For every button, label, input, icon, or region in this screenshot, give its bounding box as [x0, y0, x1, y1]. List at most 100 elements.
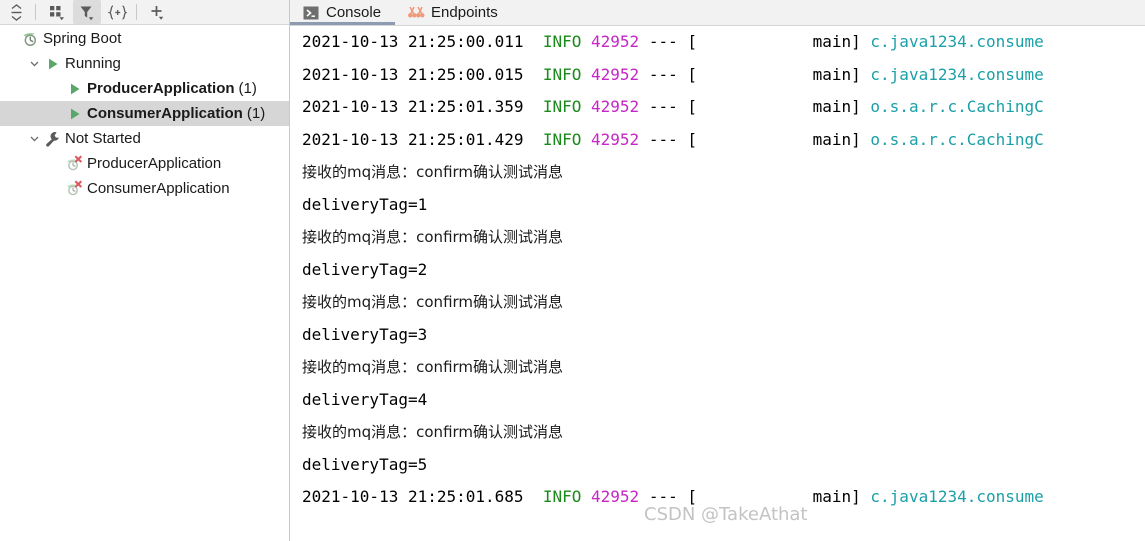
log-spacer: [697, 97, 813, 116]
console-message-text: 接收的mq消息：confirm确认测试消息: [302, 293, 564, 311]
log-pid: 42952: [591, 97, 640, 116]
log-spacer: [581, 130, 591, 149]
run-green-icon: [65, 80, 84, 98]
tree-row[interactable]: Spring Boot: [0, 26, 289, 51]
console-plain-line: deliveryTag=3: [290, 319, 1145, 352]
toolbar-separator-2: [136, 4, 137, 20]
tree-row-label: Running: [65, 55, 121, 72]
log-separator: ---: [648, 487, 678, 506]
group-by-icon[interactable]: [43, 0, 71, 24]
log-thread: main]: [812, 32, 861, 51]
log-pid: 42952: [591, 64, 640, 84]
log-line: 2021-10-13 21:25:01.359 INFO 42952 --- […: [290, 91, 1145, 124]
console-message-text: 接收的mq消息：confirm确认测试消息: [302, 423, 564, 441]
console-message-text: 接收的mq消息：confirm确认测试消息: [302, 358, 564, 376]
tree-row-label: ConsumerApplication: [87, 105, 243, 122]
console-message-line: 接收的mq消息：confirm确认测试消息: [290, 351, 1145, 384]
log-spacer: [524, 130, 543, 149]
console-plain-text: deliveryTag=4: [302, 389, 428, 409]
log-spacer: [524, 97, 543, 116]
log-logger: c.java1234.consume: [870, 487, 1044, 506]
log-spacer: [581, 97, 591, 116]
tree-row[interactable]: ProducerApplication: [0, 151, 289, 176]
log-level: INFO: [542, 64, 582, 84]
log-bracket: [: [687, 64, 697, 84]
tab-endpoints[interactable]: Endpoints: [395, 0, 512, 25]
tree-row-count: (1): [238, 80, 257, 97]
console-message-text: 接收的mq消息：confirm确认测试消息: [302, 228, 564, 246]
add-icon[interactable]: [144, 0, 172, 24]
tree-row[interactable]: ConsumerApplication (1): [0, 101, 289, 126]
log-pid: 42952: [591, 487, 640, 506]
log-spacer: [697, 487, 813, 506]
log-bracket: [: [687, 129, 697, 149]
log-level: INFO: [542, 97, 582, 116]
console-plain-line: deliveryTag=1: [290, 189, 1145, 222]
chevron-down-icon[interactable]: [26, 133, 43, 144]
log-separator: ---: [648, 97, 678, 116]
console-message-line: 接收的mq消息：confirm确认测试消息: [290, 286, 1145, 319]
log-timestamp: 2021-10-13 21:25:00.011: [302, 32, 524, 51]
log-spacer: [861, 487, 871, 506]
log-spacer: [639, 32, 649, 51]
log-logger: c.java1234.consume: [870, 32, 1044, 51]
run-configurations-tree[interactable]: Spring Boot Running ProducerApplication (1)…: [0, 26, 289, 541]
chevron-down-icon[interactable]: [26, 58, 43, 69]
tree-row[interactable]: ConsumerApplication: [0, 176, 289, 201]
tab-console-label: Console: [326, 4, 382, 21]
tree-row-count: (1): [246, 105, 266, 122]
tree-row-label: ConsumerApplication: [87, 180, 230, 197]
log-timestamp: 2021-10-13 21:25:00.015: [302, 64, 524, 84]
manage-targets-icon[interactable]: [103, 0, 131, 24]
log-spacer: [861, 32, 871, 51]
log-thread: main]: [812, 487, 861, 506]
log-logger: c.java1234.consume: [870, 64, 1044, 84]
log-spacer: [639, 97, 649, 116]
log-separator: ---: [648, 129, 678, 149]
log-pid: 42952: [591, 129, 640, 149]
console-output[interactable]: 2021-10-13 21:25:00.011 INFO 42952 --- […: [290, 26, 1145, 541]
tree-row[interactable]: Running: [0, 51, 289, 76]
log-timestamp: 2021-10-13 21:25:01.359: [302, 97, 524, 116]
spring-boot-error-icon: [65, 180, 84, 198]
log-spacer: [639, 65, 649, 84]
console-message-line: 接收的mq消息：confirm确认测试消息: [290, 221, 1145, 254]
log-bracket: [: [687, 487, 697, 506]
expand-collapse-icon[interactable]: [2, 0, 30, 24]
log-logger: o.s.a.r.c.CachingC: [870, 97, 1044, 116]
log-spacer: [581, 487, 591, 506]
log-spacer: [678, 65, 688, 84]
console-plain-line: deliveryTag=4: [290, 384, 1145, 417]
log-logger: o.s.a.r.c.CachingC: [870, 129, 1044, 149]
log-line: 2021-10-13 21:25:00.015 INFO 42952 --- […: [290, 59, 1145, 92]
tree-row-label: ProducerApplication: [87, 155, 222, 172]
log-pid: 42952: [591, 32, 640, 51]
tab-endpoints-label: Endpoints: [431, 4, 498, 21]
console-plain-text: deliveryTag=3: [302, 324, 428, 344]
log-level: INFO: [542, 487, 582, 506]
log-spacer: [524, 487, 543, 506]
log-spacer: [524, 65, 543, 84]
log-spacer: [697, 65, 813, 84]
tab-bar: Console Endpoints: [290, 0, 1145, 25]
log-spacer: [639, 130, 649, 149]
log-level: INFO: [542, 129, 582, 149]
spring-boot-error-icon: [65, 155, 84, 173]
filter-icon[interactable]: [73, 0, 101, 24]
log-spacer: [678, 32, 688, 51]
wrench-icon: [43, 130, 62, 148]
tab-console[interactable]: Console: [290, 0, 396, 25]
console-pane: Console Endpoints 2021-10-13 21:25:00.01…: [290, 0, 1145, 541]
tree-row[interactable]: Not Started: [0, 126, 289, 151]
log-spacer: [678, 97, 688, 116]
log-thread: main]: [812, 129, 861, 149]
endpoints-icon: [407, 5, 425, 21]
log-spacer: [524, 32, 543, 51]
console-message-line: 接收的mq消息：confirm确认测试消息: [290, 156, 1145, 189]
run-dashboard-tree-pane: Spring Boot Running ProducerApplication (1)…: [0, 0, 290, 541]
log-thread: main]: [812, 64, 861, 84]
log-timestamp: 2021-10-13 21:25:01.429: [302, 129, 524, 149]
tree-row[interactable]: ProducerApplication (1): [0, 76, 289, 101]
run-dashboard-toolbar: [0, 0, 290, 25]
console-message-text: 接收的mq消息：confirm确认测试消息: [302, 163, 564, 181]
